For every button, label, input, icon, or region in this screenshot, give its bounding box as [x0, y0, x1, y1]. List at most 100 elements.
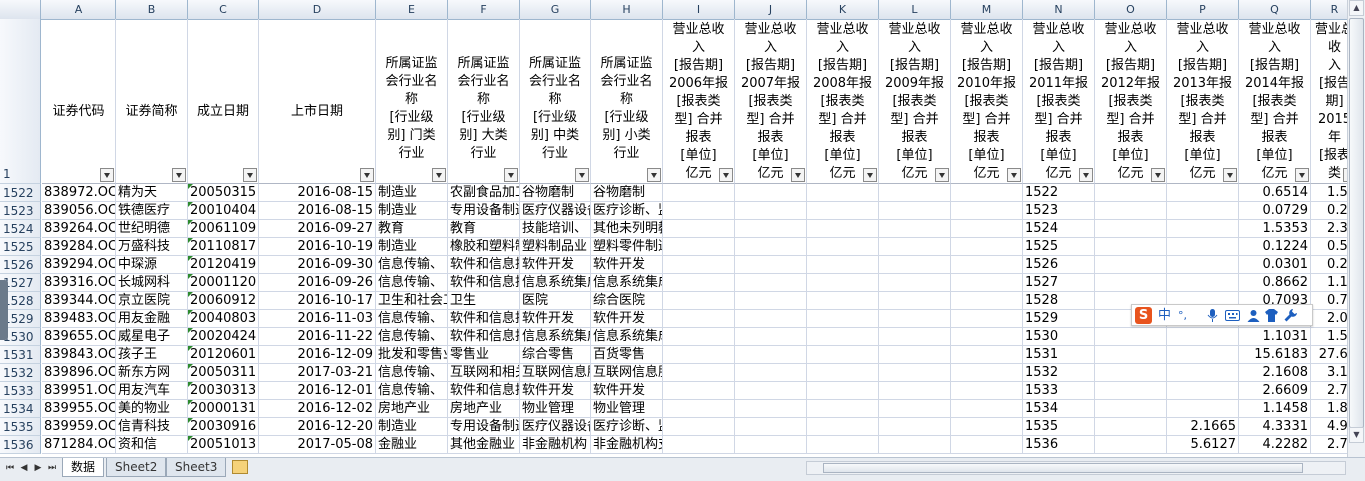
filter-dropdown-icon[interactable]: [719, 168, 733, 182]
cell-c[interactable]: 20120419: [188, 256, 259, 274]
skin-shirt-icon[interactable]: [1265, 309, 1278, 322]
column-header-c[interactable]: C: [188, 0, 259, 19]
cell-a[interactable]: 839483.OC: [42, 310, 116, 328]
cell-b[interactable]: 孩子王: [116, 346, 188, 364]
cell-h[interactable]: 互联网信息服务: [591, 364, 663, 382]
ime-mode-toggle[interactable]: 中: [1158, 307, 1171, 324]
cell-e[interactable]: 批发和零售业: [376, 346, 448, 364]
cell-l[interactable]: [879, 400, 951, 418]
cell-i[interactable]: [663, 220, 735, 238]
cell-k[interactable]: [807, 220, 879, 238]
cell-n[interactable]: 1533: [1023, 382, 1095, 400]
header-cell-e[interactable]: 所属证监 会行业名 称 [行业级 别] 门类 行业: [376, 19, 448, 184]
cell-m[interactable]: [951, 418, 1023, 436]
cell-b[interactable]: 铁德医疗: [116, 202, 188, 220]
cell-l[interactable]: [879, 292, 951, 310]
cell-j[interactable]: [735, 238, 807, 256]
cell-k[interactable]: [807, 238, 879, 256]
cell-q[interactable]: 4.3331: [1239, 418, 1311, 436]
cell-h[interactable]: 综合医院: [591, 292, 663, 310]
row-header[interactable]: 1532: [0, 364, 41, 382]
cell-c[interactable]: 20051013: [188, 436, 259, 454]
row-header[interactable]: 1531: [0, 346, 41, 364]
cell-o[interactable]: [1095, 346, 1167, 364]
cell-j[interactable]: [735, 292, 807, 310]
cell-c[interactable]: 20010404: [188, 202, 259, 220]
cell-g[interactable]: 综合零售: [520, 346, 591, 364]
header-cell-g[interactable]: 所属证监 会行业名 称 [行业级 别] 中类 行业: [520, 19, 591, 184]
cell-c[interactable]: 20061109: [188, 220, 259, 238]
cell-f[interactable]: 软件和信息技术: [448, 382, 520, 400]
cell-b[interactable]: 万盛科技: [116, 238, 188, 256]
cell-b[interactable]: 长城网科: [116, 274, 188, 292]
cell-m[interactable]: [951, 364, 1023, 382]
cell-q[interactable]: 4.2282: [1239, 436, 1311, 454]
cell-n[interactable]: 1532: [1023, 364, 1095, 382]
cell-k[interactable]: [807, 346, 879, 364]
cell-m[interactable]: [951, 436, 1023, 454]
cell-a[interactable]: 871284.OC: [42, 436, 116, 454]
cell-g[interactable]: 谷物磨制: [520, 184, 591, 202]
cell-b[interactable]: 用友金融: [116, 310, 188, 328]
row-header[interactable]: 1523: [0, 202, 41, 220]
cell-r[interactable]: 1.54: [1311, 184, 1347, 202]
cell-c[interactable]: 20050315: [188, 184, 259, 202]
cell-g[interactable]: 非金融机构: [520, 436, 591, 454]
cell-l[interactable]: [879, 220, 951, 238]
cell-o[interactable]: [1095, 400, 1167, 418]
column-header-b[interactable]: B: [116, 0, 188, 19]
cell-b[interactable]: 用友汽车: [116, 382, 188, 400]
cell-p[interactable]: [1167, 220, 1239, 238]
column-header-g[interactable]: G: [520, 0, 591, 19]
cell-d[interactable]: 2016-12-01: [259, 382, 376, 400]
cell-f[interactable]: 专用设备制造业: [448, 202, 520, 220]
cell-l[interactable]: [879, 256, 951, 274]
cell-j[interactable]: [735, 436, 807, 454]
cell-b[interactable]: 京立医院: [116, 292, 188, 310]
cell-n[interactable]: 1536: [1023, 436, 1095, 454]
cell-f[interactable]: 卫生: [448, 292, 520, 310]
cell-c[interactable]: 20030313: [188, 382, 259, 400]
cell-n[interactable]: 1535: [1023, 418, 1095, 436]
filter-dropdown-icon[interactable]: [1295, 168, 1309, 182]
cell-l[interactable]: [879, 346, 951, 364]
cell-j[interactable]: [735, 220, 807, 238]
cell-b[interactable]: 美的物业: [116, 400, 188, 418]
cell-i[interactable]: [663, 310, 735, 328]
cell-c[interactable]: 20040803: [188, 310, 259, 328]
cell-c[interactable]: 20120601: [188, 346, 259, 364]
cell-c[interactable]: 20050311: [188, 364, 259, 382]
cell-q[interactable]: 2.6609: [1239, 382, 1311, 400]
header-cell-c[interactable]: 成立日期: [188, 19, 259, 184]
cell-l[interactable]: [879, 274, 951, 292]
cell-p[interactable]: [1167, 382, 1239, 400]
cell-a[interactable]: 839294.OC: [42, 256, 116, 274]
column-header-f[interactable]: F: [448, 0, 520, 19]
header-cell-r[interactable]: 营业总收 入 [报告期] 2015年 [报表类 型] 合 报表 [单位 亿元: [1311, 19, 1347, 184]
header-cell-q[interactable]: 营业总收 入 [报告期] 2014年报 [报表类 型] 合并 报表 [单位] 亿…: [1239, 19, 1311, 184]
cell-f[interactable]: 其他金融业: [448, 436, 520, 454]
cell-k[interactable]: [807, 310, 879, 328]
cell-c[interactable]: 20000131: [188, 400, 259, 418]
filter-dropdown-icon[interactable]: [1079, 168, 1093, 182]
cell-l[interactable]: [879, 382, 951, 400]
cell-r[interactable]: 2.79: [1311, 382, 1347, 400]
cell-g[interactable]: 信息系统集成: [520, 328, 591, 346]
cell-i[interactable]: [663, 256, 735, 274]
horizontal-scrollbar[interactable]: [806, 461, 1346, 475]
row-header[interactable]: 1535: [0, 418, 41, 436]
next-sheet-icon[interactable]: ▶: [32, 461, 44, 475]
cell-o[interactable]: [1095, 238, 1167, 256]
filter-dropdown-icon[interactable]: [172, 168, 186, 182]
cell-m[interactable]: [951, 274, 1023, 292]
row-header[interactable]: 1534: [0, 400, 41, 418]
cell-h[interactable]: 非金融机构支付服务: [591, 436, 663, 454]
cell-i[interactable]: [663, 274, 735, 292]
cell-e[interactable]: 信息传输、: [376, 364, 448, 382]
cell-j[interactable]: [735, 400, 807, 418]
cell-g[interactable]: 塑料制品业: [520, 238, 591, 256]
cell-k[interactable]: [807, 418, 879, 436]
cell-q[interactable]: 1.1031: [1239, 328, 1311, 346]
cell-h[interactable]: 软件开发: [591, 256, 663, 274]
cell-f[interactable]: 零售业: [448, 346, 520, 364]
